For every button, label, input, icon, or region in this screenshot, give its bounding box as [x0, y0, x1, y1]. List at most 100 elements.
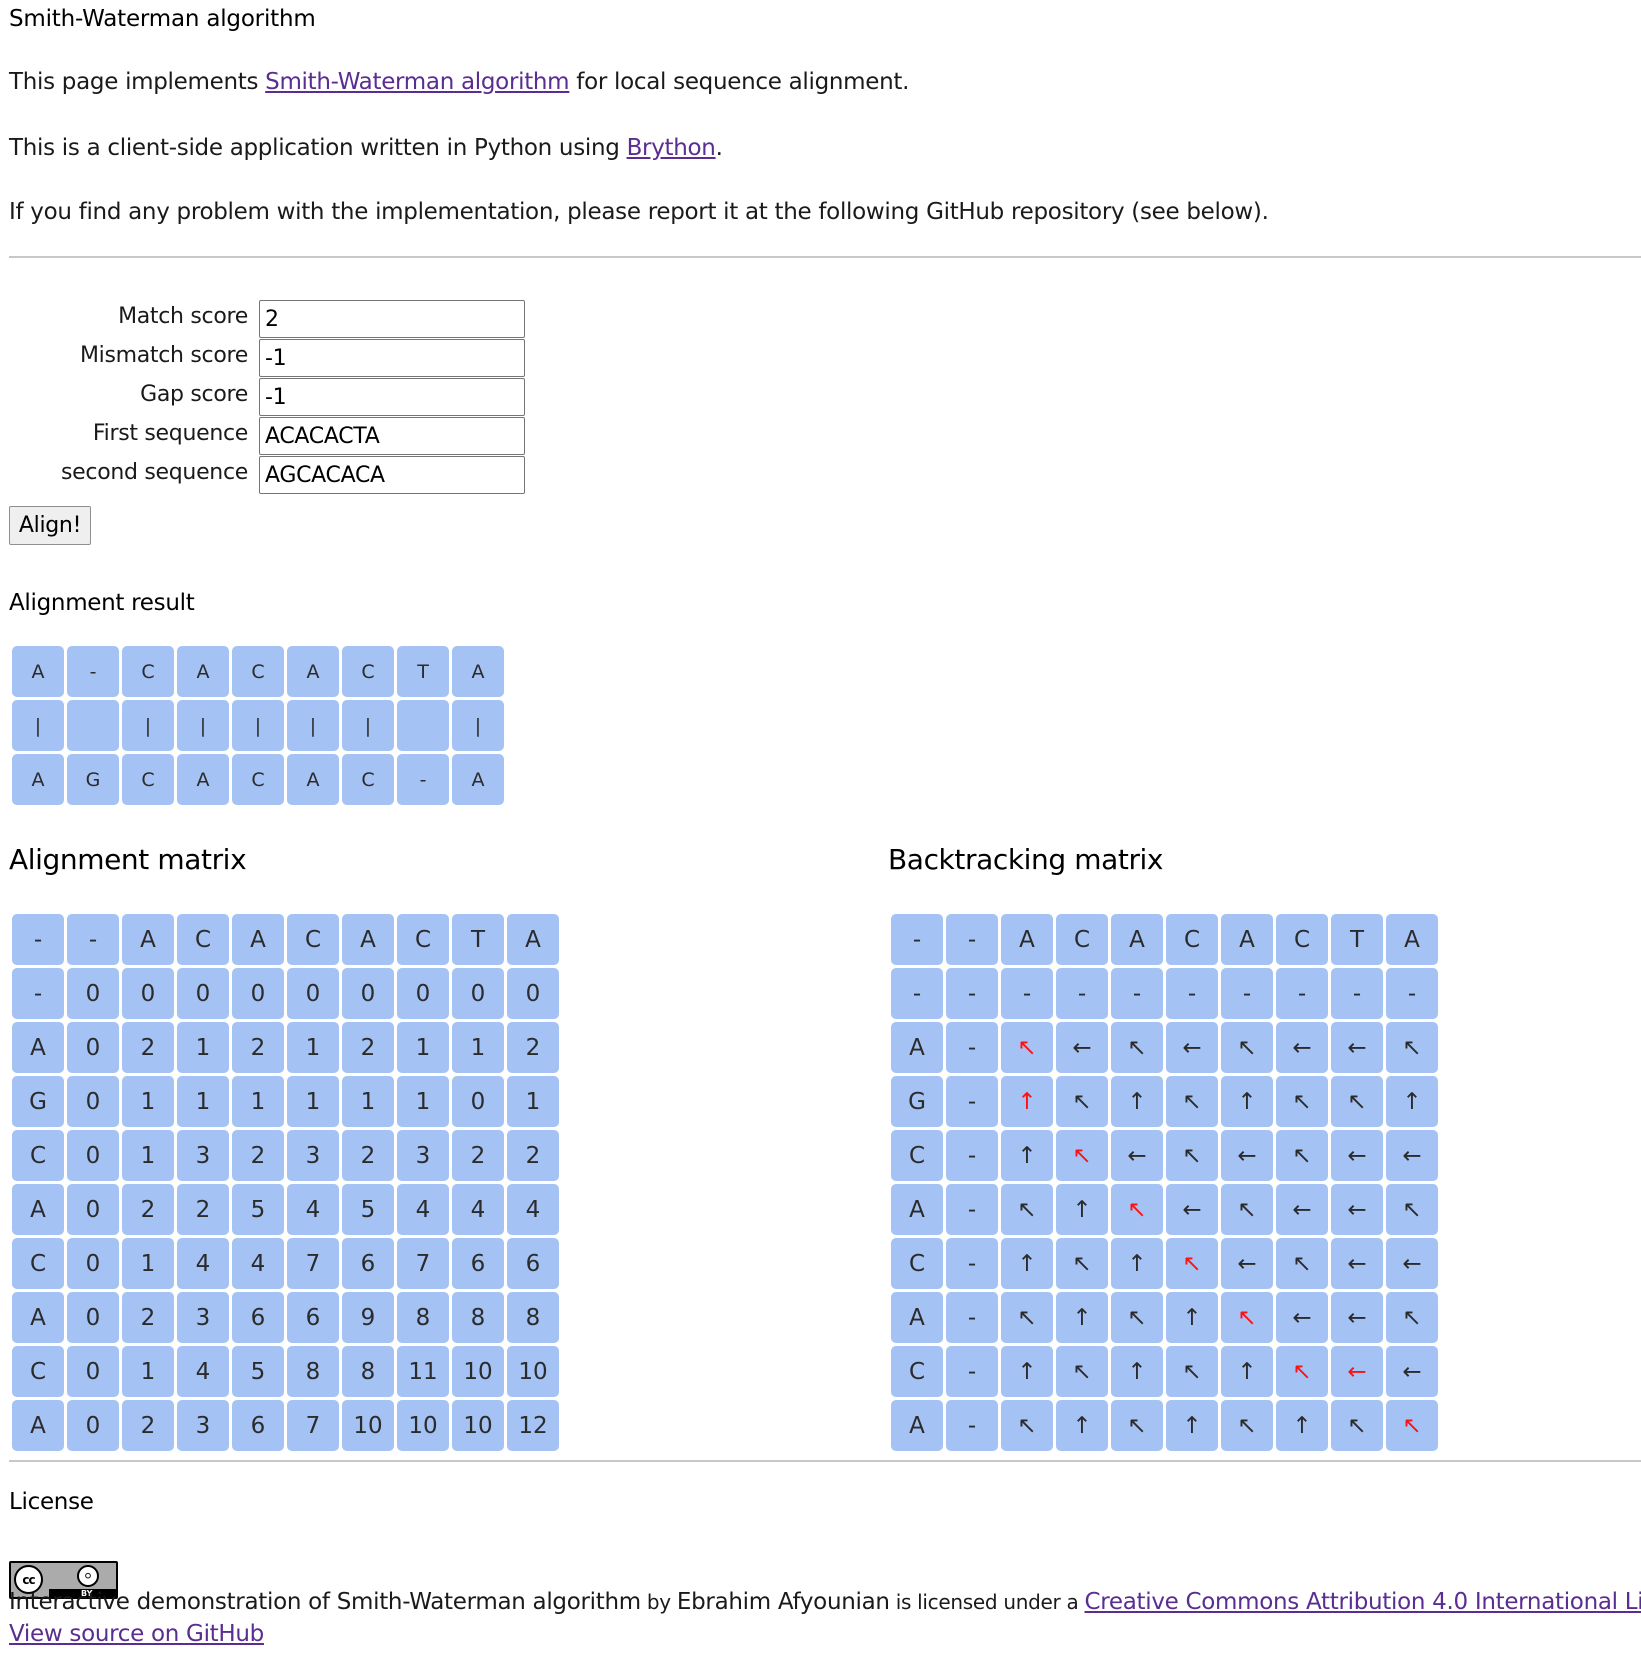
backtracking-matrix-cell: ↑ — [1001, 1238, 1053, 1289]
alignment-matrix-cell: 0 — [177, 968, 229, 1019]
alignment-matrix-cell: 1 — [122, 1346, 174, 1397]
alignment-matrix-cell: 2 — [232, 1022, 284, 1073]
alignment-matrix-cell: 0 — [67, 1346, 119, 1397]
alignment-matrix-cell: 1 — [507, 1076, 559, 1127]
alignment-matrix-cell: A — [12, 1184, 64, 1235]
backtracking-matrix-cell: ↖ — [1386, 1292, 1438, 1343]
licensed-text: is licensed under a — [889, 1590, 1085, 1614]
backtracking-matrix-cell: ← — [1276, 1022, 1328, 1073]
alignment-result-cell: C — [122, 754, 174, 805]
license-statement: Interactive demonstration of Smith-Water… — [9, 1587, 1641, 1617]
alignment-matrix-cell: T — [452, 914, 504, 965]
backtracking-matrix-cell: ↖ — [1166, 1346, 1218, 1397]
match-score-input[interactable] — [259, 300, 525, 338]
backtracking-matrix-cell: ↑ — [1111, 1238, 1163, 1289]
backtracking-matrix-cell: ← — [1386, 1346, 1438, 1397]
alignment-matrix-cell: 1 — [397, 1022, 449, 1073]
backtracking-matrix-cell: - — [1386, 968, 1438, 1019]
alignment-matrix-cell: 6 — [232, 1400, 284, 1451]
github-source-link[interactable]: View source on GitHub — [9, 1621, 264, 1647]
backtracking-matrix-cell: - — [946, 1130, 998, 1181]
alignment-matrix-cell: 0 — [67, 1130, 119, 1181]
alignment-result-cell: | — [342, 700, 394, 751]
backtracking-matrix-cell: - — [946, 1076, 998, 1127]
backtracking-matrix-cell: ← — [1331, 1184, 1383, 1235]
intro-1-before: This page implements — [9, 69, 266, 95]
backtracking-matrix-cell: ← — [1331, 1022, 1383, 1073]
backtracking-matrix-cell: ↑ — [1001, 1076, 1053, 1127]
first-sequence-input[interactable] — [259, 417, 525, 455]
backtracking-matrix-cell: - — [946, 1022, 998, 1073]
backtracking-matrix-cell: ↖ — [1331, 1400, 1383, 1451]
alignment-matrix-cell: 6 — [232, 1292, 284, 1343]
alignment-matrix-cell: 0 — [232, 968, 284, 1019]
second-sequence-input[interactable] — [259, 456, 525, 494]
backtracking-matrix-cell: ↖ — [1221, 1184, 1273, 1235]
alignment-matrix-cell: 4 — [177, 1238, 229, 1289]
backtracking-matrix-cell: ↑ — [1221, 1076, 1273, 1127]
alignment-matrix-cell: 5 — [232, 1346, 284, 1397]
alignment-matrix-cell: 0 — [67, 968, 119, 1019]
alignment-matrix-cell: 2 — [122, 1400, 174, 1451]
first-sequence-label: First sequence — [92, 421, 248, 446]
alignment-matrix-cell: 7 — [397, 1238, 449, 1289]
alignment-matrix-cell: 0 — [397, 968, 449, 1019]
alignment-result-cell: A — [452, 754, 504, 805]
alignment-result-cell: | — [122, 700, 174, 751]
gap-score-input[interactable] — [259, 378, 525, 416]
alignment-result-cell: C — [232, 754, 284, 805]
alignment-matrix-cell: 7 — [287, 1400, 339, 1451]
backtracking-matrix-cell: ↑ — [1166, 1400, 1218, 1451]
brython-link[interactable]: Brython — [627, 135, 716, 161]
alignment-matrix-cell: 10 — [342, 1400, 394, 1451]
alignment-matrix-cell: A — [232, 914, 284, 965]
backtracking-matrix-cell: ↖ — [1166, 1130, 1218, 1181]
alignment-result-cell: | — [287, 700, 339, 751]
backtracking-matrix-cell: A — [891, 1184, 943, 1235]
alignment-matrix-cell: 11 — [397, 1346, 449, 1397]
alignment-matrix-cell: A — [12, 1400, 64, 1451]
alignment-matrix-cell: 1 — [177, 1076, 229, 1127]
cc-license-link[interactable]: Creative Commons Attribution 4.0 Interna… — [1084, 1589, 1641, 1615]
alignment-matrix-cell: 10 — [452, 1346, 504, 1397]
backtracking-matrix-cell: - — [946, 1292, 998, 1343]
backtracking-matrix-cell: ↑ — [1001, 1130, 1053, 1181]
alignment-matrix-cell: G — [12, 1076, 64, 1127]
alignment-matrix-cell: 5 — [342, 1184, 394, 1235]
smith-waterman-link[interactable]: Smith-Waterman algorithm — [265, 69, 569, 95]
alignment-result-cell: A — [177, 646, 229, 697]
alignment-matrix-cell: 2 — [232, 1130, 284, 1181]
alignment-matrix-cell: 0 — [342, 968, 394, 1019]
alignment-matrix-cell: C — [177, 914, 229, 965]
alignment-matrix-cell: 4 — [507, 1184, 559, 1235]
mismatch-score-input[interactable] — [259, 339, 525, 377]
license-heading: License — [9, 1489, 94, 1515]
alignment-result-cell: C — [232, 646, 284, 697]
align-button[interactable]: Align! — [9, 506, 91, 545]
backtracking-matrix-cell: C — [1276, 914, 1328, 965]
alignment-matrix-cell: 3 — [177, 1292, 229, 1343]
backtracking-matrix-heading: Backtracking matrix — [888, 843, 1164, 876]
intro-2-before: This is a client-side application writte… — [9, 135, 627, 161]
backtracking-matrix-cell: ← — [1331, 1130, 1383, 1181]
alignment-matrix-cell: 2 — [507, 1130, 559, 1181]
backtracking-matrix-cell: - — [946, 1184, 998, 1235]
backtracking-matrix-cell: ← — [1276, 1184, 1328, 1235]
alignment-matrix-cell: 6 — [452, 1238, 504, 1289]
alignment-matrix-cell: 3 — [287, 1130, 339, 1181]
backtracking-matrix-cell: - — [1056, 968, 1108, 1019]
alignment-matrix-cell: 2 — [122, 1022, 174, 1073]
alignment-matrix-cell: 1 — [122, 1130, 174, 1181]
alignment-matrix-cell: 1 — [452, 1022, 504, 1073]
alignment-matrix-cell: 4 — [452, 1184, 504, 1235]
alignment-result-cell: | — [177, 700, 229, 751]
divider-bottom — [9, 1460, 1641, 1462]
alignment-matrix-cell: 10 — [397, 1400, 449, 1451]
alignment-matrix-cell: - — [67, 914, 119, 965]
attribution-person-icon: ⚪ — [77, 1565, 99, 1587]
backtracking-matrix-cell: ← — [1166, 1184, 1218, 1235]
backtracking-matrix-cell: - — [946, 1238, 998, 1289]
alignment-matrix-grid: --ACACACTA-000000000A021212112G011111101… — [12, 914, 559, 1451]
backtracking-matrix-cell: ↖ — [1221, 1292, 1273, 1343]
alignment-matrix-cell: 2 — [452, 1130, 504, 1181]
